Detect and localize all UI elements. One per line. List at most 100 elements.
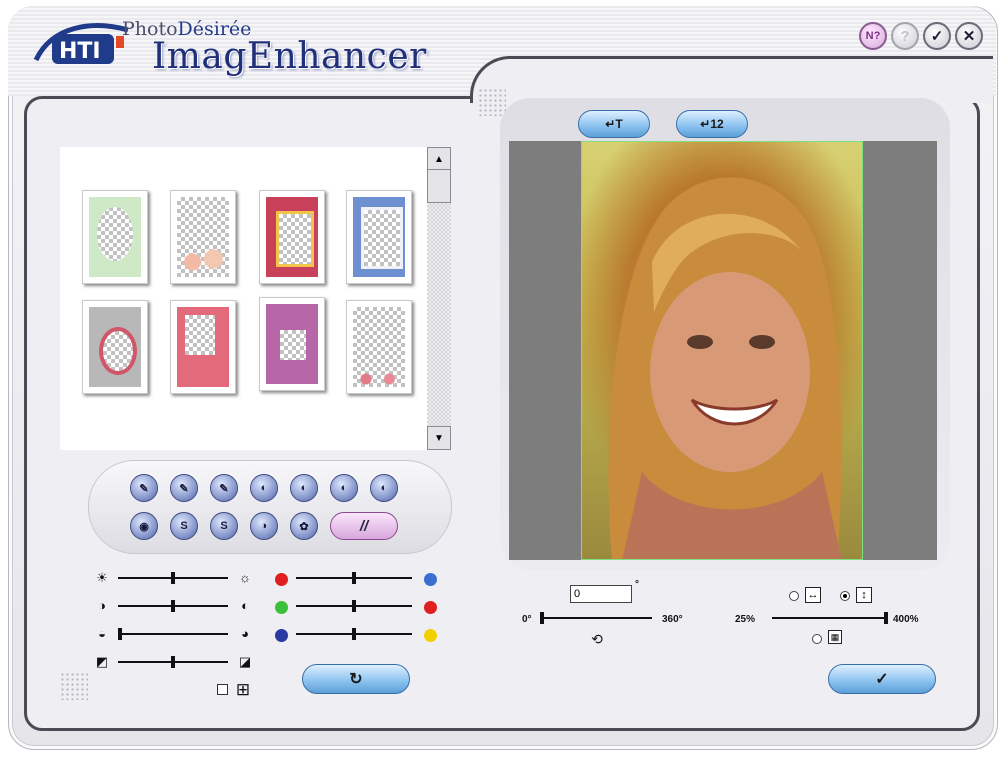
frame-thumbnail[interactable] [170,300,236,394]
frame-cutout [361,207,403,269]
decor-dots [60,672,88,700]
angle-input[interactable]: 0 [570,585,632,603]
rotate-icon: ⟲ [591,631,603,647]
zoom-max-label: 400% [893,614,919,625]
gamma-slider[interactable] [118,626,228,642]
zoom-min-label: 25% [735,614,756,625]
effect-red-button[interactable]: ◐ [330,474,358,502]
effect-sepia-button[interactable]: S [170,512,198,540]
frame-thumbnail[interactable] [82,300,148,394]
frame-cutout [280,330,306,360]
frame-roses [177,247,229,277]
close-button[interactable]: ✕ [955,22,983,50]
decor-dots [478,88,506,116]
grid-icon: ⊞ [235,680,251,699]
gamma-low-icon: ◒ [98,626,106,641]
slider-knob[interactable] [171,600,175,612]
effect-sepia-dark-button[interactable]: S [210,512,238,540]
slider-track [772,617,888,619]
slider-knob[interactable] [352,600,356,612]
portrait-image [608,177,842,559]
frame-thumbnail[interactable] [82,190,148,284]
frame-roses [353,371,405,387]
scroll-up-button[interactable]: ▲ [427,147,451,171]
contrast-slider[interactable] [118,598,228,614]
title-buttons: N? ? ✓ ✕ [859,22,983,50]
slider-knob[interactable] [171,572,175,584]
effect-glow-button[interactable]: ◉ [130,512,158,540]
insert-number-button[interactable]: ↵12 [676,110,748,138]
fit-width-radio[interactable] [789,591,799,601]
sharpen-high-icon: ◪ [238,654,252,669]
app-title: ImagEnhancer [152,36,427,77]
rotate-slider[interactable] [540,610,652,626]
brightness-low-icon: ☀ [96,570,108,585]
yellow-dot-icon [424,629,437,642]
help-pointer-button[interactable]: N? [859,22,887,50]
red-dot-icon [424,601,437,614]
frame-art [353,307,405,387]
frame-art [266,304,318,384]
slider-knob[interactable] [540,612,544,624]
frame-art [89,307,141,387]
logo-text: HTI [59,39,101,64]
scroll-down-button[interactable]: ▼ [427,426,451,450]
brightness-high-icon: ☼ [239,570,251,585]
frame-thumbnail[interactable] [346,300,412,394]
degree-symbol: ° [635,579,639,590]
fit-page-icon: ▦ [828,630,842,644]
effect-stripes-button[interactable]: // [330,512,398,540]
frame-art [89,197,141,277]
reset-button[interactable]: ↻ [302,664,410,694]
slider-knob[interactable] [352,628,356,640]
effect-yellow-button[interactable]: ◐ [290,474,318,502]
frame-art [177,197,229,277]
brightness-slider[interactable] [118,570,228,586]
effect-pencil-color-button[interactable]: ✎ [170,474,198,502]
frame-thumbnail[interactable] [259,297,325,391]
help-button[interactable]: ? [891,22,919,50]
ok-title-button[interactable]: ✓ [923,22,951,50]
gallery-scrollbar[interactable]: ▲ ▼ [427,147,451,450]
frame-cutout [276,211,314,267]
fit-height-icon: ↕ [856,587,872,603]
red-dot-icon [275,573,288,586]
gamma-high-icon: ◕ [241,626,249,641]
red-blue-slider[interactable] [296,570,412,586]
frame-art [266,197,318,277]
blue-yellow-slider[interactable] [296,626,412,642]
slider-knob[interactable] [884,612,888,624]
contrast-low-icon: ◑ [98,598,106,613]
frame-art [353,197,405,277]
slider-knob[interactable] [171,656,175,668]
frame-cutout [99,327,137,375]
zoom-slider[interactable] [772,610,888,626]
rotate-max-label: 360° [662,614,683,625]
insert-text-button[interactable]: ↵T [578,110,650,138]
effect-pencil-yellow-button[interactable]: ✎ [210,474,238,502]
fit-page-radio[interactable] [812,634,822,644]
fit-width-icon: ↔ [805,587,821,603]
fit-height-radio[interactable] [840,591,850,601]
slider-knob[interactable] [352,572,356,584]
slider-knob[interactable] [118,628,122,640]
grid-checkbox[interactable] [217,684,228,695]
contrast-high-icon: ◐ [241,598,249,613]
navy-dot-icon [275,629,288,642]
preview-photo [581,141,863,560]
effect-blue-button[interactable]: ◐ [370,474,398,502]
frame-art [177,307,229,387]
sharpen-slider[interactable] [118,654,228,670]
effect-pencil-button[interactable]: ✎ [130,474,158,502]
scroll-thumb[interactable] [427,169,451,203]
effect-night-button[interactable]: ◑ [250,512,278,540]
effect-texture-button[interactable]: ✿ [290,512,318,540]
frame-cutout [185,315,215,355]
ok-button[interactable]: ✓ [828,664,936,694]
frame-thumbnail[interactable] [346,190,412,284]
green-dot-icon [275,601,288,614]
frame-thumbnail[interactable] [170,190,236,284]
effect-tint-button[interactable]: ◐ [250,474,278,502]
frame-thumbnail[interactable] [259,190,325,284]
green-red-slider[interactable] [296,598,412,614]
